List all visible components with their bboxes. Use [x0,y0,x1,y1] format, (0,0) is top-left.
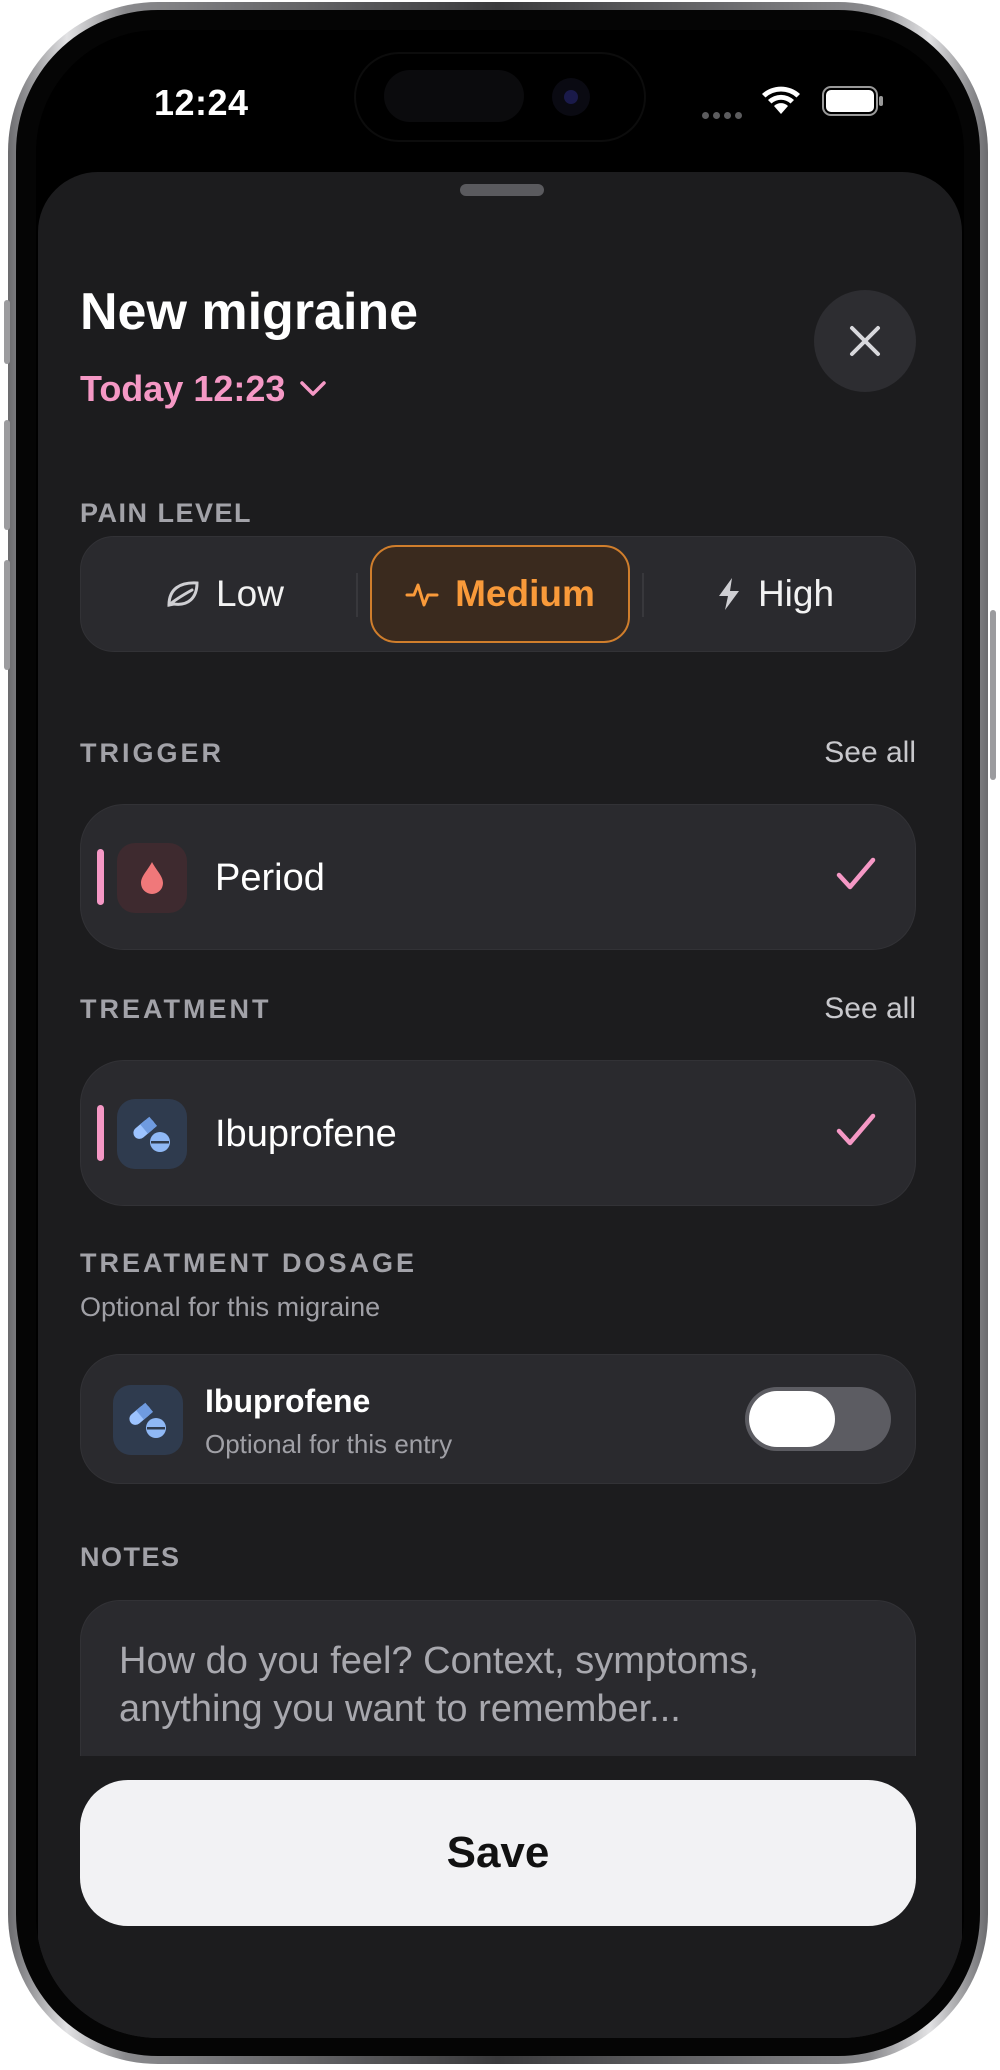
treatment-see-all-link[interactable]: See all [824,992,916,1026]
treatment-icon-badge [117,1099,187,1169]
island-sensor [384,70,524,122]
selection-indicator [97,849,104,905]
trigger-see-all-link[interactable]: See all [824,736,916,770]
dosage-item-title: Ibuprofene [205,1383,371,1419]
pain-option-high[interactable]: High [647,545,903,643]
volume-down-button [4,560,10,670]
sheet-grabber[interactable] [460,184,544,196]
status-bar: 12:24 [36,30,964,142]
trigger-row[interactable]: Period [80,804,916,950]
segment-divider [356,573,358,617]
dosage-row: Ibuprofene Optional for this entry [80,1354,916,1484]
date-label: Today 12:23 [80,368,286,409]
pain-level-selector: Low Medium High [80,536,916,652]
close-icon [850,326,880,356]
pain-option-label: High [757,573,835,614]
bolt-icon [718,578,739,610]
pain-option-label: Medium [455,573,595,614]
cellular-signal-icon [702,106,746,124]
screen: 12:24 New migraine Today 12:23 PAIN LEVE… [36,30,964,2038]
pain-option-low[interactable]: Low [97,545,353,643]
toggle-knob [749,1391,835,1447]
treatment-row[interactable]: Ibuprofene [80,1060,916,1206]
trigger-icon-badge [117,843,187,913]
dosage-icon-badge [113,1385,183,1455]
pain-level-label: PAIN LEVEL [80,498,253,528]
page-title: New migraine [80,283,419,341]
checkmark-icon [836,1113,876,1146]
new-migraine-sheet: New migraine Today 12:23 PAIN LEVEL Low [38,172,962,2038]
pulse-icon [405,583,439,607]
pain-option-label: Low [216,573,284,614]
wifi-icon [762,86,800,114]
treatment-label: TREATMENT [80,994,272,1024]
leaf-icon [167,581,199,607]
dynamic-island [354,52,646,142]
treatment-dosage-subtitle: Optional for this migraine [80,1292,381,1322]
chevron-down-icon [300,381,327,396]
power-button [990,610,996,780]
volume-up-button [4,420,10,530]
treatment-item-label: Ibuprofene [215,1113,397,1155]
save-button[interactable]: Save [80,1780,916,1926]
pill-icon [129,1402,166,1438]
notes-label: NOTES [80,1542,181,1572]
segment-divider [642,573,644,617]
drop-icon [141,862,163,894]
date-picker-button[interactable]: Today 12:23 [80,368,327,410]
dosage-toggle[interactable] [745,1387,891,1451]
trigger-label: TRIGGER [80,738,225,768]
close-button[interactable] [814,290,916,392]
battery-icon [822,86,883,116]
trigger-item-label: Period [215,857,325,899]
status-time: 12:24 [154,82,249,123]
checkmark-icon [836,857,876,890]
dosage-item-subtitle: Optional for this entry [205,1429,453,1459]
selection-indicator [97,1105,104,1161]
pill-icon [133,1116,170,1152]
notes-input[interactable] [117,1635,881,1759]
front-camera [552,78,590,116]
pain-option-medium[interactable]: Medium [370,545,630,643]
treatment-dosage-label: TREATMENT DOSAGE [80,1248,417,1278]
action-button [4,300,10,364]
